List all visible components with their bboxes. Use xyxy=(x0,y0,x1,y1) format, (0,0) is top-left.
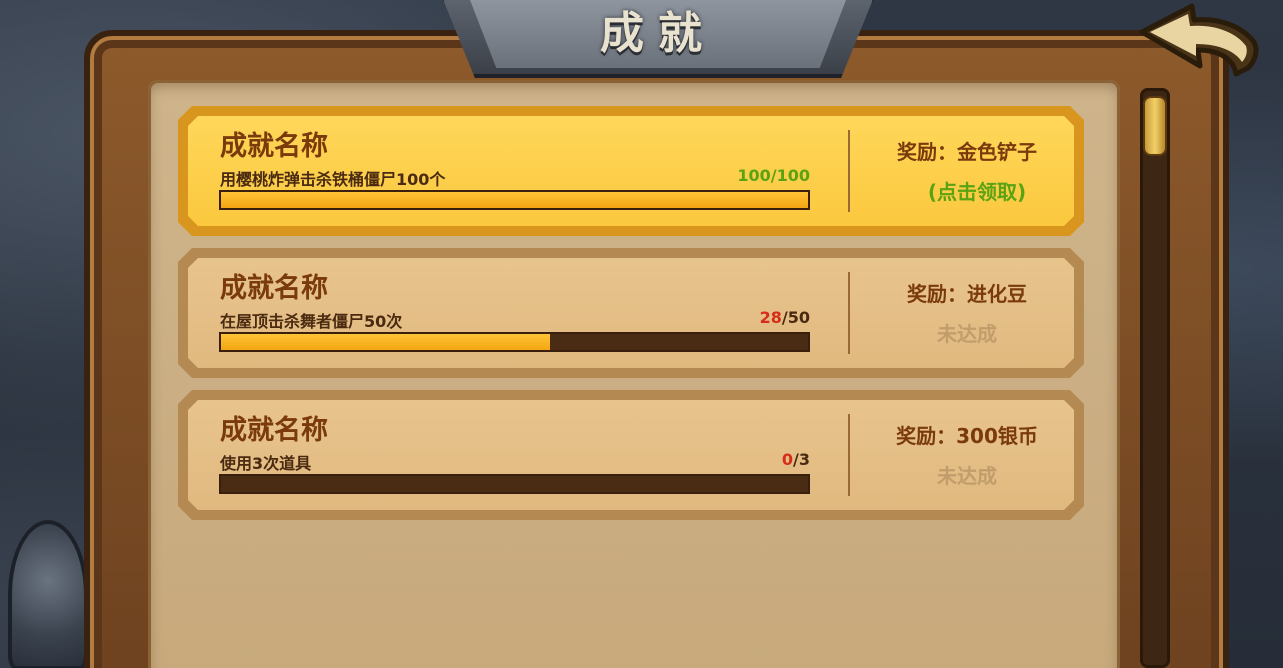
achievement-description: 用樱桃炸弹击杀铁桶僵尸100个 xyxy=(220,170,446,189)
achievement-name: 成就名称 xyxy=(220,273,328,304)
progress-bar xyxy=(219,474,810,494)
back-button[interactable] xyxy=(1136,2,1262,82)
progress-total: 50 xyxy=(787,308,810,327)
achievement-reward: 奖励：300银币 xyxy=(896,424,1038,448)
achievement-progress-text: 0/3 xyxy=(782,450,810,469)
achievement-description: 在屋顶击杀舞者僵尸50次 xyxy=(220,312,403,331)
achievement-name: 成就名称 xyxy=(220,131,328,162)
page-title: 成就 xyxy=(600,8,716,59)
progress-total: 3 xyxy=(798,450,810,469)
achievement-reward: 奖励：金色铲子 xyxy=(897,140,1037,164)
progress-total: 100 xyxy=(776,166,810,185)
progress-bar-fill xyxy=(221,334,550,350)
achievement-card: 成就名称 使用3次道具 0/3 奖励：300银币 未达成 xyxy=(178,390,1084,520)
achievement-description: 使用3次道具 xyxy=(220,454,312,473)
progress-current: 0 xyxy=(781,450,794,469)
progress-bar xyxy=(219,332,810,352)
scrollbar-track[interactable] xyxy=(1140,88,1170,668)
achievement-status: 未达成 xyxy=(937,464,997,488)
achievement-card[interactable]: 成就名称 用樱桃炸弹击杀铁桶僵尸100个 100/100 奖励：金色铲子 (点击… xyxy=(178,106,1084,236)
progress-bar xyxy=(219,190,810,210)
claim-reward-button[interactable]: (点击领取) xyxy=(860,176,1094,205)
achievement-card: 成就名称 在屋顶击杀舞者僵尸50次 28/50 奖励：进化豆 未达成 xyxy=(178,248,1084,378)
achievement-name: 成就名称 xyxy=(220,415,328,446)
back-arrow-icon xyxy=(1139,3,1259,77)
progress-current: 28 xyxy=(759,308,782,327)
progress-bar-fill xyxy=(221,192,808,208)
scrollbar-thumb[interactable] xyxy=(1143,96,1167,156)
progress-current: 100 xyxy=(737,166,771,185)
achievement-progress-text: 28/50 xyxy=(760,308,810,327)
achievement-status: 未达成 xyxy=(937,322,997,346)
achievement-progress-text: 100/100 xyxy=(737,166,810,185)
achievement-reward: 奖励：进化豆 xyxy=(907,282,1027,306)
decorative-plant xyxy=(8,520,88,668)
